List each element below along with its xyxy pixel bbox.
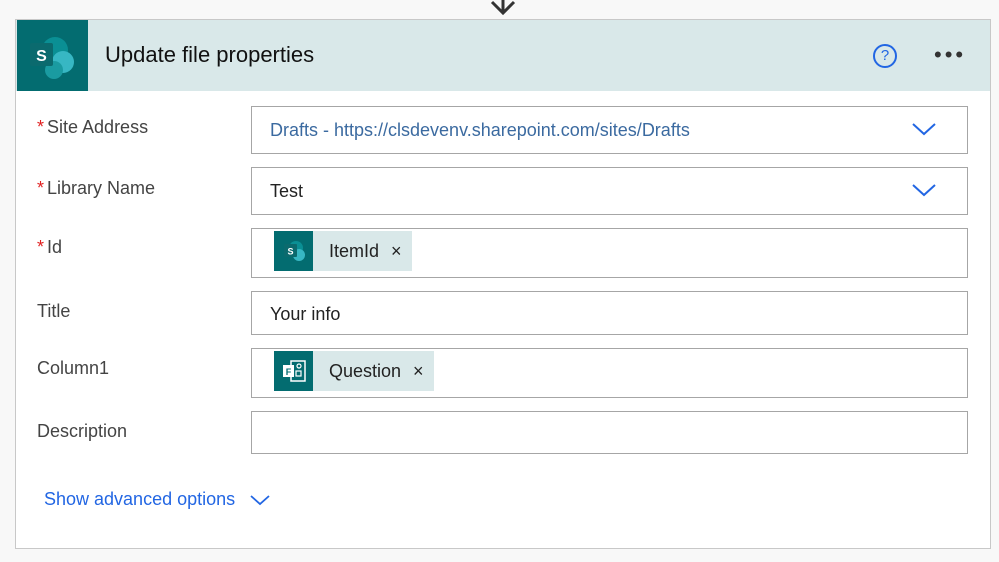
action-title: Update file properties: [105, 42, 315, 67]
svg-text:S: S: [36, 48, 47, 65]
remove-token-icon[interactable]: ×: [413, 361, 424, 382]
sharepoint-icon: S: [274, 231, 313, 271]
description-input[interactable]: [251, 411, 968, 454]
title-value: Your info: [270, 304, 341, 324]
site-address-value: Drafts - https://clsdevenv.sharepoint.co…: [270, 120, 690, 140]
chevron-down-icon: [250, 494, 270, 505]
chevron-down-icon[interactable]: [911, 119, 937, 139]
token-label: ItemId: [329, 240, 380, 261]
action-header[interactable]: S Update file properties ? •••: [16, 20, 990, 91]
help-icon[interactable]: ?: [873, 44, 897, 68]
remove-token-icon[interactable]: ×: [391, 241, 402, 262]
column1-label: Column1: [37, 358, 109, 379]
id-label: * Id: [37, 237, 62, 258]
svg-text:S: S: [287, 247, 293, 257]
title-label: Title: [37, 301, 70, 322]
library-name-dropdown[interactable]: Test: [251, 167, 968, 215]
label-text: Id: [47, 237, 63, 257]
forms-icon: F: [274, 351, 313, 391]
token-itemid[interactable]: S ItemId ×: [274, 231, 412, 271]
arrow-down-icon: [490, 0, 516, 16]
site-address-dropdown[interactable]: Drafts - https://clsdevenv.sharepoint.co…: [251, 106, 968, 154]
required-mark: *: [37, 117, 45, 137]
site-address-label: * Site Address: [37, 117, 148, 138]
label-text: Description: [37, 421, 128, 441]
more-options-icon[interactable]: •••: [934, 42, 966, 68]
show-advanced-options-link[interactable]: Show advanced options: [44, 489, 271, 510]
label-text: Site Address: [47, 117, 149, 137]
library-name-value: Test: [270, 181, 304, 201]
library-name-label: * Library Name: [37, 178, 155, 199]
svg-text:F: F: [285, 367, 291, 377]
token-question[interactable]: F Question ×: [274, 351, 434, 391]
label-text: Column1: [37, 358, 110, 378]
advanced-label: Show advanced options: [44, 489, 236, 509]
chevron-down-icon[interactable]: [911, 180, 937, 200]
required-mark: *: [37, 178, 45, 198]
label-text: Title: [37, 301, 71, 321]
label-text: Library Name: [47, 178, 156, 198]
column1-field[interactable]: F Question ×: [251, 348, 968, 398]
sharepoint-icon: S: [17, 20, 88, 91]
id-field[interactable]: S ItemId ×: [251, 228, 968, 278]
description-label: Description: [37, 421, 127, 442]
token-label: Question: [329, 360, 402, 381]
required-mark: *: [37, 237, 45, 257]
action-card: S Update file properties ? ••• * Site Add…: [15, 19, 991, 549]
title-input[interactable]: Your info: [251, 291, 968, 335]
